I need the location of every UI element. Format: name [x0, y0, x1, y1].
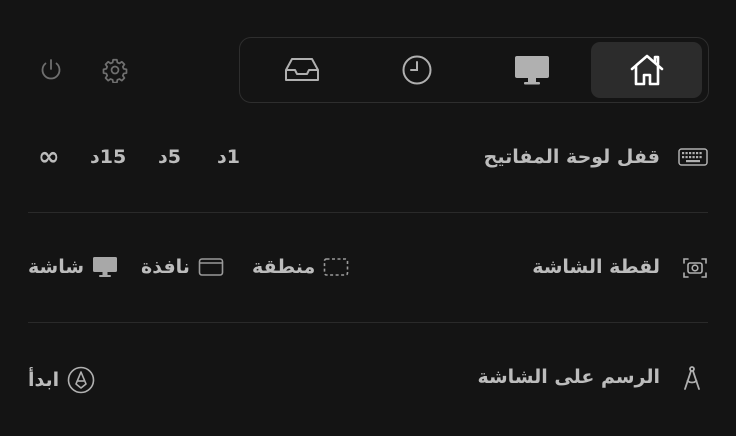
screenshot-screen-button[interactable]: شاشة — [28, 256, 118, 278]
lock-1-min-option[interactable]: 1د — [217, 146, 240, 168]
clock-icon — [401, 54, 433, 86]
lock-5-min-option[interactable]: 5د — [158, 146, 181, 168]
lock-infinite-option[interactable]: ∞ — [38, 142, 60, 172]
power-button[interactable] — [33, 52, 69, 88]
screenshot-region-button[interactable]: منطقة — [252, 256, 349, 278]
draw-row: الرسم على الشاشة ابدأ — [28, 360, 708, 396]
gear-icon — [102, 57, 128, 83]
inbox-tray-icon — [283, 55, 321, 85]
pen-circle-icon — [67, 366, 95, 394]
screenshot-window-button[interactable]: نافذة — [141, 256, 224, 278]
home-icon — [629, 53, 665, 87]
monitor-icon — [513, 54, 551, 86]
tab-display[interactable] — [476, 42, 587, 98]
divider — [28, 212, 708, 213]
camera-icon — [682, 256, 708, 280]
screenshot-row: لقطة الشاشة منطقة نافذة شاشة — [28, 250, 708, 286]
tab-inbox[interactable] — [246, 42, 357, 98]
window-icon — [198, 257, 224, 277]
power-icon — [38, 57, 64, 83]
compass-icon — [682, 365, 702, 391]
draw-title: الرسم على الشاشة — [477, 366, 660, 388]
window-label: نافذة — [141, 256, 190, 278]
keyboard-lock-row: قفل لوحة المفاتيح 1د 5د 15د ∞ — [28, 140, 708, 176]
tab-history[interactable] — [361, 42, 472, 98]
screenshot-title: لقطة الشاشة — [532, 256, 660, 278]
start-label: ابدأ — [28, 369, 60, 391]
keyboard-icon — [678, 147, 708, 167]
region-label: منطقة — [252, 256, 316, 278]
draw-start-button[interactable]: ابدأ — [28, 366, 95, 394]
divider — [28, 322, 708, 323]
dashed-rect-icon — [323, 257, 349, 277]
monitor-icon — [92, 256, 118, 278]
lock-15-min-option[interactable]: 15د — [90, 146, 126, 168]
tab-home[interactable] — [591, 42, 702, 98]
keyboard-lock-title: قفل لوحة المفاتيح — [483, 146, 660, 168]
screen-label: شاشة — [28, 256, 85, 278]
view-tabs — [239, 37, 709, 103]
settings-button[interactable] — [97, 52, 133, 88]
